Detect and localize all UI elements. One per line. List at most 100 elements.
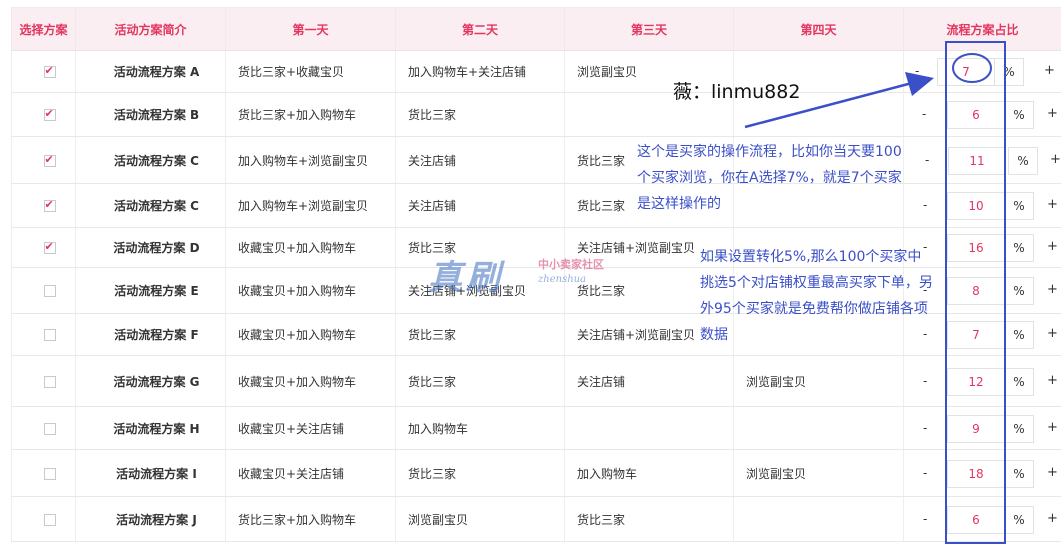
increase-button[interactable]: + [1047, 239, 1058, 254]
watermark: 真刷 中小卖家社区 zhenshua [428, 250, 604, 299]
plan-checkbox[interactable] [43, 422, 56, 435]
plan-name: 活动流程方案 A [75, 50, 226, 93]
day1-cell: 收藏宝贝+加入购物车 [225, 313, 396, 356]
plan-name: 活动流程方案 F [75, 313, 226, 356]
plan-name: 活动流程方案 C [75, 183, 226, 228]
select-cell [11, 92, 76, 137]
ratio-input[interactable]: 7 [947, 321, 1005, 349]
decrease-button[interactable]: - [915, 64, 919, 78]
header-day1: 第一天 [225, 7, 396, 51]
plan-checkbox[interactable] [43, 198, 56, 212]
day3-cell: 货比三家 [564, 496, 734, 542]
note-conversion: 如果设置转化5%,那么100个买家中挑选5个对店铺权重最高买家下单，另外95个买… [700, 249, 933, 343]
plan-checkbox[interactable] [43, 513, 56, 526]
increase-button[interactable]: + [1047, 511, 1058, 526]
ratio-cell: - 6% + [903, 92, 1061, 137]
decrease-button[interactable]: - [923, 421, 927, 435]
ratio-input[interactable]: 9 [947, 415, 1005, 443]
plan-checkbox[interactable] [43, 375, 56, 388]
increase-button[interactable]: + [1047, 282, 1058, 297]
ratio-input[interactable]: 18 [947, 460, 1005, 488]
day1-cell: 加入购物车+浏览副宝贝 [225, 136, 396, 184]
select-cell [11, 313, 76, 356]
plan-name: 活动流程方案 C [75, 136, 226, 184]
ratio-cell: - 10% + [903, 183, 1061, 228]
increase-button[interactable]: + [1047, 465, 1058, 480]
table-row: 活动流程方案 B货比三家+加入购物车货比三家 - 6% + [11, 92, 1061, 137]
ratio-input[interactable]: 16 [947, 234, 1005, 262]
day1-cell: 货比三家+加入购物车 [225, 496, 396, 542]
day1-cell: 加入购物车+浏览副宝贝 [225, 183, 396, 228]
increase-button[interactable]: + [1047, 420, 1058, 435]
decrease-button[interactable]: - [922, 107, 926, 121]
percent-unit: % [1004, 506, 1034, 534]
day2-cell: 加入购物车 [395, 406, 565, 450]
header-select: 选择方案 [11, 7, 76, 51]
plan-checkbox[interactable] [43, 329, 56, 341]
plan-checkbox[interactable] [43, 285, 56, 297]
ratio-cell: - 12% + [903, 355, 1061, 407]
plan-checkbox[interactable] [43, 107, 56, 121]
percent-unit: % [994, 58, 1024, 86]
day2-cell: 浏览副宝贝 [395, 496, 565, 542]
day4-cell: 浏览副宝贝 [733, 449, 904, 497]
increase-button[interactable]: + [1050, 152, 1061, 167]
percent-unit: % [1004, 415, 1034, 443]
day2-cell: 关注店铺 [395, 183, 565, 228]
select-cell [11, 183, 76, 228]
increase-button[interactable]: + [1047, 326, 1058, 341]
ratio-cell: - 9% + [903, 406, 1061, 450]
ratio-input[interactable]: 7 [937, 58, 995, 86]
day2-cell: 加入购物车+关注店铺 [395, 50, 565, 93]
ratio-input[interactable]: 10 [947, 192, 1005, 220]
watermark-domain: zhenshua [538, 274, 587, 285]
day1-cell: 收藏宝贝+加入购物车 [225, 267, 396, 314]
day3-cell: 加入购物车 [564, 449, 734, 497]
header-day2: 第二天 [395, 7, 565, 51]
table-row: 活动流程方案 H 收藏宝贝+关注店铺 加入购物车 - 9% + [11, 406, 1061, 450]
day2-cell: 货比三家 [395, 449, 565, 497]
header-row: 选择方案 活动方案简介 第一天 第二天 第三天 第四天 流程方案占比 [11, 7, 1061, 51]
select-cell [11, 355, 76, 407]
select-cell [11, 227, 76, 268]
select-cell [11, 50, 76, 93]
day2-cell: 货比三家 [395, 313, 565, 356]
decrease-button[interactable]: - [923, 198, 927, 212]
select-cell [11, 406, 76, 450]
ratio-cell: - 11% + [903, 136, 1061, 184]
ratio-input[interactable]: 8 [947, 277, 1005, 305]
increase-button[interactable]: + [1047, 373, 1058, 388]
ratio-input[interactable]: 12 [947, 368, 1005, 396]
table-row: 活动流程方案 A货比三家+收藏宝贝加入购物车+关注店铺浏览副宝贝-7%+ [11, 50, 1061, 93]
table-row: 活动流程方案 G 收藏宝贝+加入购物车 货比三家 关注店铺 浏览副宝贝 - 12% + [11, 355, 1061, 407]
plan-name: 活动流程方案 J [75, 496, 226, 542]
decrease-button[interactable]: - [925, 153, 929, 167]
header-summary: 活动方案简介 [75, 7, 226, 51]
select-cell [11, 496, 76, 542]
select-cell [11, 449, 76, 497]
percent-unit: % [1004, 101, 1034, 129]
plan-checkbox[interactable] [43, 153, 56, 167]
ratio-input[interactable]: 11 [948, 147, 1006, 175]
plan-checkbox[interactable] [43, 64, 56, 78]
watermark-main: 真刷 [428, 258, 504, 298]
plan-checkbox[interactable] [43, 467, 56, 480]
select-cell [11, 267, 76, 314]
increase-button[interactable]: + [1044, 63, 1055, 78]
day1-cell: 收藏宝贝+加入购物车 [225, 355, 396, 407]
decrease-button[interactable]: - [923, 374, 927, 388]
day2-cell: 货比三家 [395, 355, 565, 407]
plan-checkbox[interactable] [43, 240, 56, 254]
increase-button[interactable]: + [1047, 197, 1058, 212]
header-ratio: 流程方案占比 [903, 7, 1061, 51]
day3-cell [564, 406, 734, 450]
day4-cell [733, 406, 904, 450]
ratio-input[interactable]: 6 [947, 506, 1005, 534]
decrease-button[interactable]: - [923, 512, 927, 526]
ratio-input[interactable]: 6 [947, 101, 1005, 129]
watermark-sub: 中小卖家社区 [538, 258, 604, 271]
plan-name: 活动流程方案 I [75, 449, 226, 497]
increase-button[interactable]: + [1047, 106, 1058, 121]
percent-unit: % [1004, 277, 1034, 305]
decrease-button[interactable]: - [923, 466, 927, 480]
